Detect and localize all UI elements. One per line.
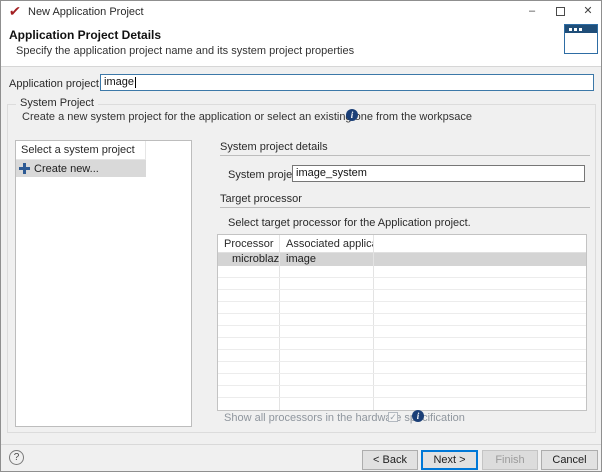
table-row-empty[interactable] <box>218 362 586 374</box>
finish-button[interactable]: Finish <box>482 450 538 470</box>
system-project-name-value: image_system <box>296 167 367 180</box>
next-button[interactable]: Next > <box>421 450 478 470</box>
system-project-description: Create a new system project for the appl… <box>22 111 472 123</box>
minimize-button[interactable]: – <box>518 1 546 23</box>
app-project-name-input[interactable]: image <box>100 74 594 91</box>
system-project-name-input[interactable]: image_system <box>292 165 585 182</box>
table-row-microblaze-selected[interactable]: microblaze_0 image <box>218 253 586 266</box>
table-row-empty[interactable] <box>218 374 586 386</box>
target-processor-title: Target processor <box>220 193 302 205</box>
system-project-list-header: Select a system project <box>16 141 146 160</box>
table-row-empty[interactable] <box>218 266 586 278</box>
target-processor-instruction: Select target processor for the Applicat… <box>228 217 471 229</box>
system-project-group: System Project Create a new system proje… <box>7 104 596 433</box>
table-row-empty[interactable] <box>218 350 586 362</box>
info-icon[interactable]: i <box>412 410 424 422</box>
create-new-label: Create new... <box>34 163 99 175</box>
dialog-content: Application project name: image System P… <box>1 67 602 444</box>
app-project-name-value: image <box>104 76 134 89</box>
xilinx-logo-icon: ✔ <box>8 3 22 20</box>
page-title: Application Project Details <box>9 28 161 42</box>
table-row-empty[interactable] <box>218 278 586 290</box>
system-project-details-title: System project details <box>220 141 328 153</box>
list-item-create-new[interactable]: Create new... <box>16 160 146 177</box>
table-row-empty[interactable] <box>218 338 586 350</box>
window-title: New Application Project <box>28 6 144 18</box>
processor-cell: microblaze_0 <box>218 253 280 266</box>
processor-table: Processor Associated applications microb… <box>217 234 587 411</box>
plus-icon <box>19 163 30 174</box>
processor-table-header: Processor Associated applications <box>218 235 586 253</box>
section-divider <box>220 155 590 156</box>
applications-cell: image <box>280 253 374 266</box>
button-bar: ? < Back Next > Finish Cancel <box>1 445 602 472</box>
system-project-list: Select a system project Create new... <box>15 140 192 427</box>
table-row-empty[interactable] <box>218 398 586 410</box>
column-header-empty <box>374 235 586 252</box>
new-window-wizard-icon <box>564 24 598 54</box>
system-project-group-label: System Project <box>16 97 98 109</box>
cancel-button[interactable]: Cancel <box>541 450 598 470</box>
section-divider <box>220 207 590 208</box>
column-header-associated-applications[interactable]: Associated applications <box>280 235 374 252</box>
maximize-icon <box>556 7 565 16</box>
new-application-project-dialog: ✔ New Application Project – ✕ Applicatio… <box>0 0 602 472</box>
maximize-button[interactable] <box>546 1 574 23</box>
table-row-empty[interactable] <box>218 290 586 302</box>
help-icon[interactable]: ? <box>9 450 24 465</box>
show-all-processors-label: Show all processors in the hardware spec… <box>224 412 465 424</box>
column-header-processor[interactable]: Processor <box>218 235 280 252</box>
text-caret <box>135 77 136 88</box>
show-all-processors-checkbox[interactable]: ✓ <box>388 412 398 422</box>
info-icon[interactable]: i <box>346 109 358 121</box>
page-subtitle: Specify the application project name and… <box>16 45 354 57</box>
table-row-empty[interactable] <box>218 302 586 314</box>
table-row-empty[interactable] <box>218 326 586 338</box>
table-row-empty[interactable] <box>218 386 586 398</box>
wizard-banner: Application Project Details Specify the … <box>1 23 601 67</box>
back-button[interactable]: < Back <box>362 450 418 470</box>
table-row-empty[interactable] <box>218 314 586 326</box>
title-bar: ✔ New Application Project – ✕ <box>1 1 601 23</box>
close-button[interactable]: ✕ <box>574 1 602 23</box>
